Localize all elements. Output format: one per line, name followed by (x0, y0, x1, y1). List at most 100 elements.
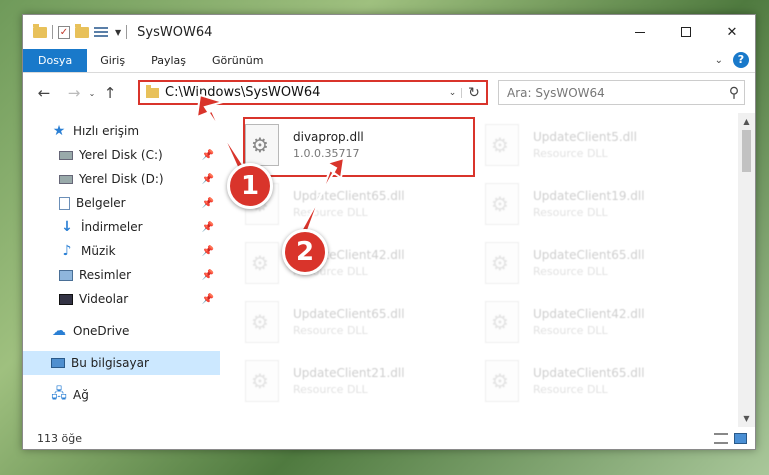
pin-icon[interactable]: 📌 (202, 174, 214, 185)
ribbon-tabs: Dosya Giriş Paylaş Görünüm ⌄ ? (23, 49, 755, 73)
sidebar-item-label: Hızlı erişim (73, 124, 140, 138)
folder-icon (33, 23, 47, 38)
file-meta: Resource DLL (293, 323, 368, 337)
customize-icon[interactable] (94, 26, 110, 38)
file-meta: Resource DLL (533, 205, 608, 219)
search-input[interactable]: Ara: SysWOW64 (507, 86, 724, 100)
sidebar-item-label: Yerel Disk (C:) (79, 148, 163, 162)
sidebar-item-label: Videolar (79, 292, 129, 306)
sidebar-item-label: Bu bilgisayar (71, 356, 149, 370)
file-item[interactable]: UpdateClient65.dll Resource DLL (485, 233, 725, 292)
sidebar-item-this-pc[interactable]: Bu bilgisayar (23, 351, 220, 375)
refresh-icon[interactable]: ↻ (462, 85, 486, 101)
scrollbar-thumb[interactable] (742, 130, 751, 172)
file-item[interactable]: UpdateClient42.dll Resource DLL (485, 292, 725, 351)
annotation-badge-1: 1 (227, 163, 273, 209)
pin-icon[interactable]: 📌 (202, 294, 214, 305)
minimize-icon (635, 31, 645, 33)
sidebar-item-videos[interactable]: Videolar 📌 (23, 287, 220, 311)
document-icon (59, 196, 70, 210)
expand-ribbon-icon[interactable]: ⌄ (715, 55, 723, 66)
sidebar-item-quick-access[interactable]: ★ Hızlı erişim (23, 119, 220, 143)
sidebar-item-music[interactable]: ♪ Müzik 📌 (23, 239, 220, 263)
tab-share[interactable]: Paylaş (138, 49, 199, 72)
toolbar-divider (126, 25, 128, 39)
sidebar-item-disk-c[interactable]: Yerel Disk (C:) 📌 (23, 143, 220, 167)
help-icon[interactable]: ? (733, 52, 749, 68)
scroll-down-icon[interactable]: ▼ (738, 410, 755, 427)
explorer-body: ★ Hızlı erişim Yerel Disk (C:) 📌 Yerel D… (23, 113, 755, 427)
pin-icon[interactable]: 📌 (202, 222, 214, 233)
minimize-button[interactable] (617, 15, 663, 49)
sidebar-item-label: Belgeler (76, 196, 126, 210)
file-item[interactable]: UpdateClient42.dll Resource DLL (245, 233, 485, 292)
address-bar[interactable]: C:\Windows\SysWOW64 ⌄ ↻ (138, 80, 488, 105)
tab-view[interactable]: Görünüm (199, 49, 276, 72)
sidebar-item-label: Ağ (73, 388, 89, 402)
dll-file-icon (485, 182, 519, 225)
disk-icon (59, 150, 73, 160)
sidebar-item-network[interactable]: 🖧 Ağ (23, 383, 220, 407)
status-bar: 113 öğe (23, 427, 755, 449)
navigation-pane: ★ Hızlı erişim Yerel Disk (C:) 📌 Yerel D… (23, 113, 220, 427)
chevron-down-icon[interactable]: ▼ (115, 28, 121, 37)
new-folder-icon[interactable] (75, 23, 89, 38)
file-item[interactable]: UpdateClient65.dll Resource DLL (485, 351, 725, 410)
file-item[interactable]: UpdateClient19.dll Resource DLL (485, 174, 725, 233)
file-item[interactable]: UpdateClient65.dll Resource DLL (245, 292, 485, 351)
recent-locations-button[interactable]: ⌄ (85, 89, 99, 98)
pin-icon[interactable]: 📌 (202, 150, 214, 161)
file-meta: Resource DLL (533, 264, 608, 278)
file-name: divaprop.dll (293, 129, 364, 144)
star-icon: ★ (52, 123, 66, 139)
search-box[interactable]: Ara: SysWOW64 ⚲ (498, 80, 745, 105)
up-button[interactable]: ↑ (99, 84, 121, 102)
vertical-scrollbar[interactable]: ▲ ▼ (738, 113, 755, 427)
address-dropdown-icon[interactable]: ⌄ (444, 87, 462, 98)
details-view-icon[interactable] (714, 432, 728, 444)
file-item-divaprop[interactable]: divaprop.dll 1.0.0.35717 (243, 115, 485, 177)
close-button[interactable]: ✕ (709, 15, 755, 49)
search-icon[interactable]: ⚲ (724, 85, 744, 101)
folder-icon (146, 84, 159, 98)
tab-home[interactable]: Giriş (87, 49, 138, 72)
address-path[interactable]: C:\Windows\SysWOW64 (165, 85, 444, 100)
file-meta: Resource DLL (533, 146, 608, 160)
file-meta: Resource DLL (533, 382, 608, 396)
file-item[interactable]: UpdateClient5.dll Resource DLL (485, 115, 725, 174)
sidebar-item-onedrive[interactable]: ☁ OneDrive (23, 319, 220, 343)
file-meta: Resource DLL (533, 323, 608, 337)
pin-icon[interactable]: 📌 (202, 270, 214, 281)
cloud-icon: ☁ (52, 323, 66, 339)
file-name: UpdateClient19.dll (533, 188, 645, 203)
sidebar-item-pictures[interactable]: Resimler 📌 (23, 263, 220, 287)
sidebar-item-downloads[interactable]: ↓ İndirmeler 📌 (23, 215, 220, 239)
tab-file[interactable]: Dosya (23, 49, 88, 72)
forward-button[interactable]: → (63, 84, 85, 102)
dll-file-icon (245, 359, 279, 402)
file-meta: Resource DLL (293, 382, 368, 396)
properties-check-icon[interactable]: ✓ (58, 25, 70, 39)
dll-file-icon (245, 241, 279, 284)
title-bar: ✓ ▼ SysWOW64 ✕ (23, 15, 755, 49)
toolbar-divider (52, 25, 53, 39)
large-icons-view-icon[interactable] (734, 432, 747, 444)
pictures-icon (59, 269, 73, 281)
pin-icon[interactable]: 📌 (202, 198, 214, 209)
file-item[interactable]: UpdateClient21.dll Resource DLL (245, 351, 485, 410)
sidebar-item-documents[interactable]: Belgeler 📌 (23, 191, 220, 215)
file-item[interactable]: UpdateClient65.dll Resource DLL (245, 174, 485, 233)
maximize-button[interactable] (663, 15, 709, 49)
file-name: UpdateClient65.dll (293, 306, 405, 321)
explorer-window: ✓ ▼ SysWOW64 ✕ Dosya Giriş Paylaş Görünü… (22, 14, 756, 450)
scroll-up-icon[interactable]: ▲ (738, 113, 755, 130)
window-title: SysWOW64 (137, 24, 213, 40)
sidebar-item-disk-d[interactable]: Yerel Disk (D:) 📌 (23, 167, 220, 191)
close-icon: ✕ (726, 24, 738, 40)
dll-file-icon (485, 241, 519, 284)
pin-icon[interactable]: 📌 (202, 246, 214, 257)
music-icon: ♪ (62, 243, 72, 259)
navigation-bar: ← → ⌄ ↑ C:\Windows\SysWOW64 ⌄ ↻ Ara: Sys… (23, 73, 755, 113)
back-button[interactable]: ← (33, 84, 55, 102)
file-name: UpdateClient5.dll (533, 129, 637, 144)
